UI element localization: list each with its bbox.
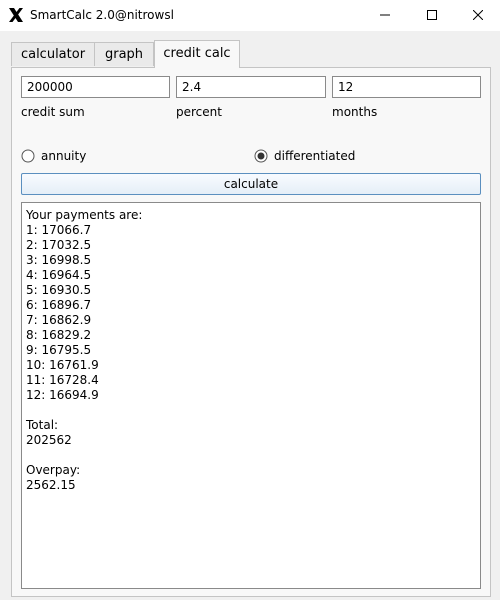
payment-line: 1: 17066.7 [26,223,92,237]
credit-sum-label: credit sum [21,105,85,119]
payment-line: 11: 16728.4 [26,373,99,387]
tab-credit-calc[interactable]: credit calc [154,40,240,68]
x-logo-icon [9,8,23,22]
percent-input[interactable]: 2.4 [176,76,326,98]
minimize-button[interactable] [362,0,408,31]
months-label: months [332,105,378,119]
annuity-label[interactable]: annuity [41,149,86,163]
differentiated-label[interactable]: differentiated [274,149,355,163]
credit-sum-input[interactable]: 200000 [21,76,170,98]
payment-line: 10: 16761.9 [26,358,99,372]
window-title: SmartCalc 2.0@nitrowsl [30,8,174,22]
payment-line: 2: 17032.5 [26,238,92,252]
result-output[interactable]: Your payments are: 1: 17066.7 2: 17032.5… [21,202,481,589]
overpay-label: Overpay: [26,463,81,477]
annuity-radio[interactable] [21,149,35,163]
payment-line: 7: 16862.9 [26,313,92,327]
months-input[interactable]: 12 [332,76,481,98]
payment-line: 3: 16998.5 [26,253,92,267]
payment-line: 12: 16694.9 [26,388,99,402]
maximize-icon [427,10,437,20]
minimize-icon [380,14,390,16]
total-value: 202562 [26,433,72,447]
maximize-button[interactable] [409,0,455,31]
total-label: Total: [26,418,59,432]
close-icon [473,10,483,20]
tab-graph[interactable]: graph [94,42,154,66]
tab-calculator[interactable]: calculator [11,42,95,66]
payment-line: 9: 16795.5 [26,343,92,357]
title-bar[interactable]: SmartCalc 2.0@nitrowsl [0,0,500,31]
payment-line: 6: 16896.7 [26,298,92,312]
payment-line: 5: 16930.5 [26,283,92,297]
calculate-button[interactable]: calculate [21,173,481,195]
differentiated-radio[interactable] [254,149,268,163]
close-button[interactable] [455,0,500,31]
payment-line: 4: 16964.5 [26,268,92,282]
result-header: Your payments are: [26,208,143,222]
percent-label: percent [176,105,222,119]
overpay-value: 2562.15 [26,478,76,492]
payment-line: 8: 16829.2 [26,328,92,342]
